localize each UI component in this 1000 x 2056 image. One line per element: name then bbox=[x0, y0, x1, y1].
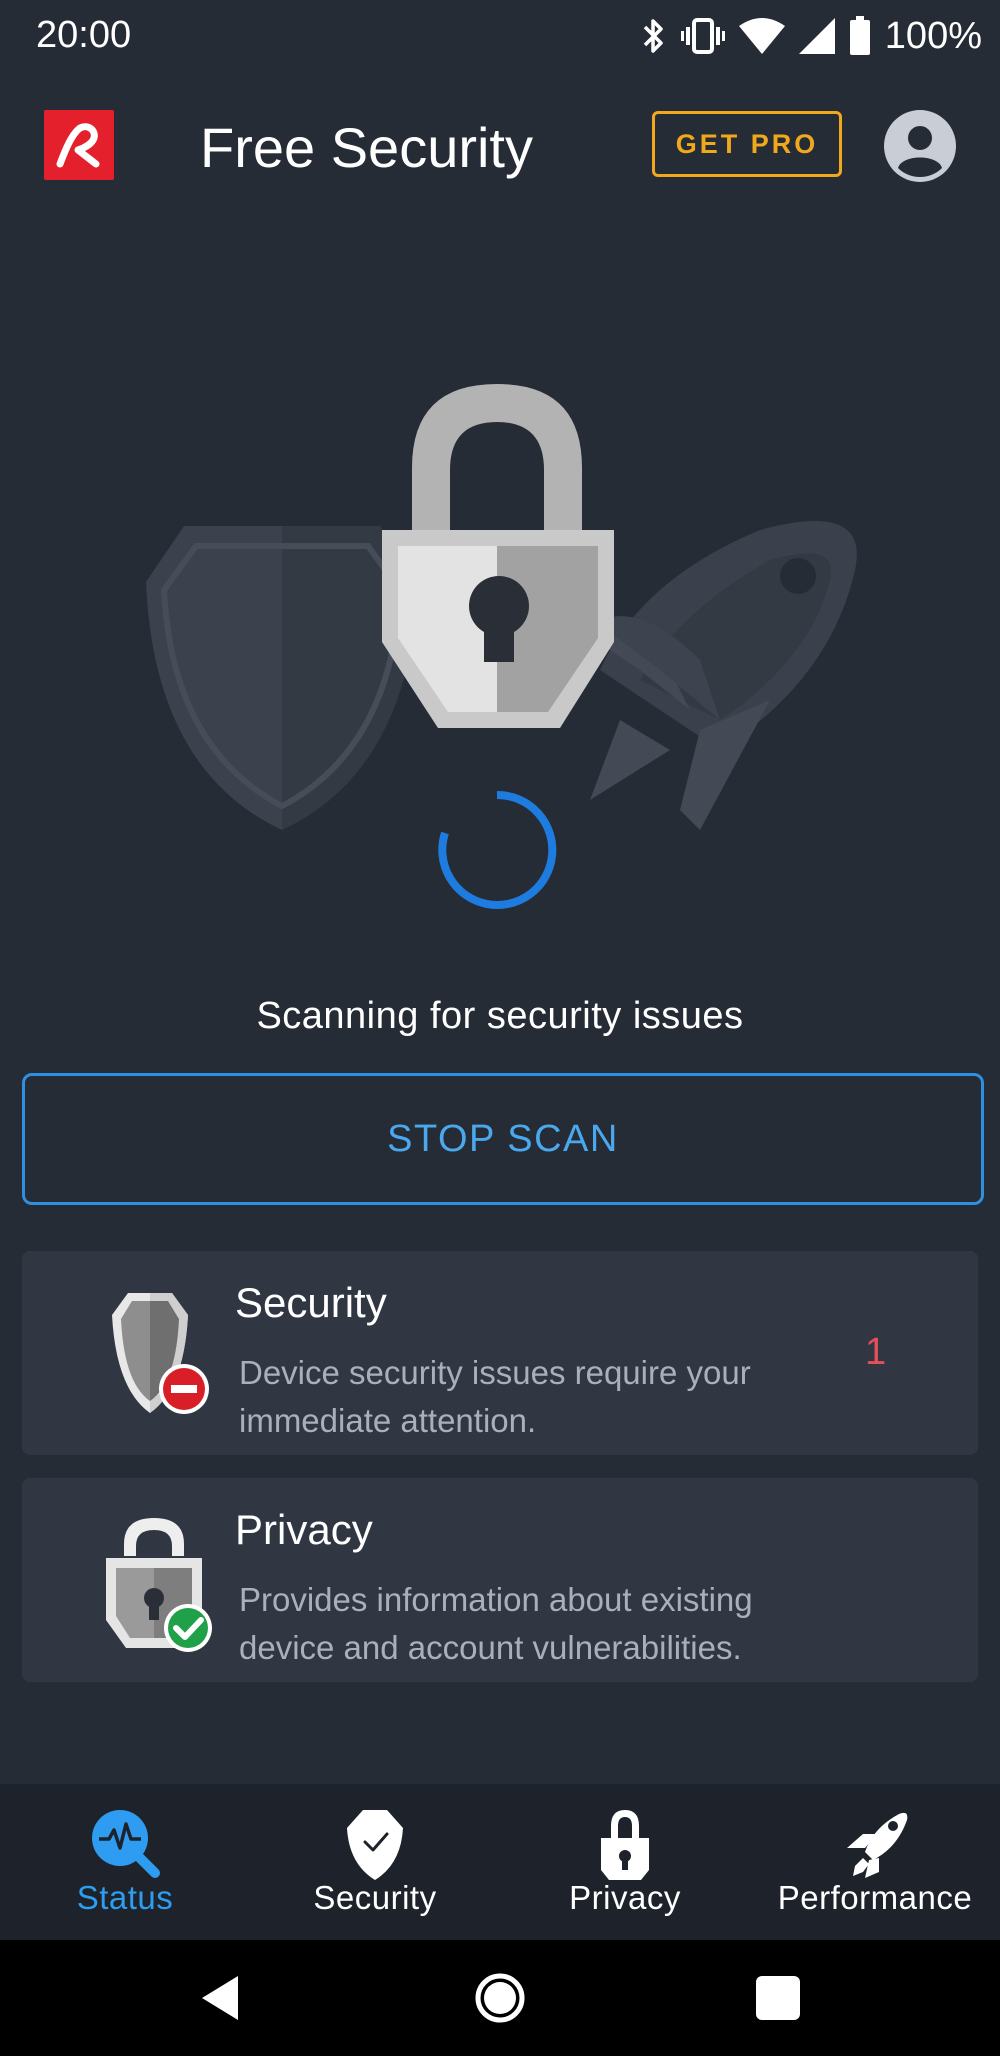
nav-security[interactable]: Security bbox=[250, 1784, 500, 1940]
system-navigation-bar bbox=[0, 1940, 1000, 2056]
privacy-card-description: Provides information about existing devi… bbox=[239, 1581, 753, 1666]
battery-percentage: 100% bbox=[884, 14, 982, 57]
stop-scan-button[interactable]: STOP SCAN bbox=[22, 1073, 984, 1205]
back-icon[interactable] bbox=[182, 1960, 258, 2036]
signal-icon bbox=[798, 18, 835, 54]
lock-icon bbox=[601, 1810, 649, 1880]
security-card[interactable]: Security Device security issues require … bbox=[22, 1251, 978, 1455]
security-card-description: Device security issues require your imme… bbox=[239, 1354, 751, 1439]
battery-icon bbox=[849, 16, 870, 55]
nav-performance-label: Performance bbox=[777, 1879, 973, 1916]
privacy-card-title: Privacy bbox=[235, 1506, 373, 1553]
privacy-card[interactable]: Privacy Provides information about exist… bbox=[22, 1478, 978, 1682]
get-pro-button[interactable]: GET PRO bbox=[652, 111, 842, 177]
shield-icon bbox=[347, 1810, 403, 1880]
avira-logo bbox=[44, 110, 114, 180]
security-issue-count: 1 bbox=[865, 1331, 887, 1373]
shield-illustration-icon bbox=[146, 526, 418, 830]
home-icon[interactable] bbox=[462, 1960, 538, 2036]
scan-status-text: Scanning for security issues bbox=[256, 995, 744, 1037]
nav-status[interactable]: Status bbox=[0, 1784, 250, 1940]
nav-security-label: Security bbox=[313, 1879, 437, 1916]
nav-status-label: Status bbox=[76, 1879, 174, 1916]
page-title: Free Security bbox=[200, 116, 533, 179]
lock-check-icon bbox=[64, 1516, 214, 1652]
security-card-title: Security bbox=[235, 1279, 387, 1326]
rocket-illustration-icon bbox=[580, 521, 857, 830]
rocket-icon bbox=[847, 1812, 908, 1878]
status-search-icon bbox=[92, 1810, 160, 1878]
hero-illustration bbox=[0, 370, 1000, 850]
status-time: 20:00 bbox=[36, 14, 132, 56]
nav-privacy[interactable]: Privacy bbox=[500, 1784, 750, 1940]
lock-illustration-icon bbox=[382, 384, 614, 728]
bottom-navigation: Status Security Privacy Performance bbox=[0, 1784, 1000, 1940]
nav-performance[interactable]: Performance bbox=[750, 1784, 1000, 1940]
status-icons: 100% bbox=[641, 12, 982, 60]
shield-warning-icon bbox=[64, 1289, 214, 1419]
recents-icon[interactable] bbox=[740, 1960, 816, 2036]
wifi-icon bbox=[738, 18, 785, 54]
status-bar: 20:00 100% bbox=[0, 0, 1000, 72]
bluetooth-icon bbox=[643, 19, 663, 53]
nav-privacy-label: Privacy bbox=[569, 1879, 681, 1916]
account-icon[interactable] bbox=[884, 110, 956, 182]
scan-progress-spinner bbox=[432, 785, 562, 915]
vibrate-icon bbox=[680, 18, 725, 54]
